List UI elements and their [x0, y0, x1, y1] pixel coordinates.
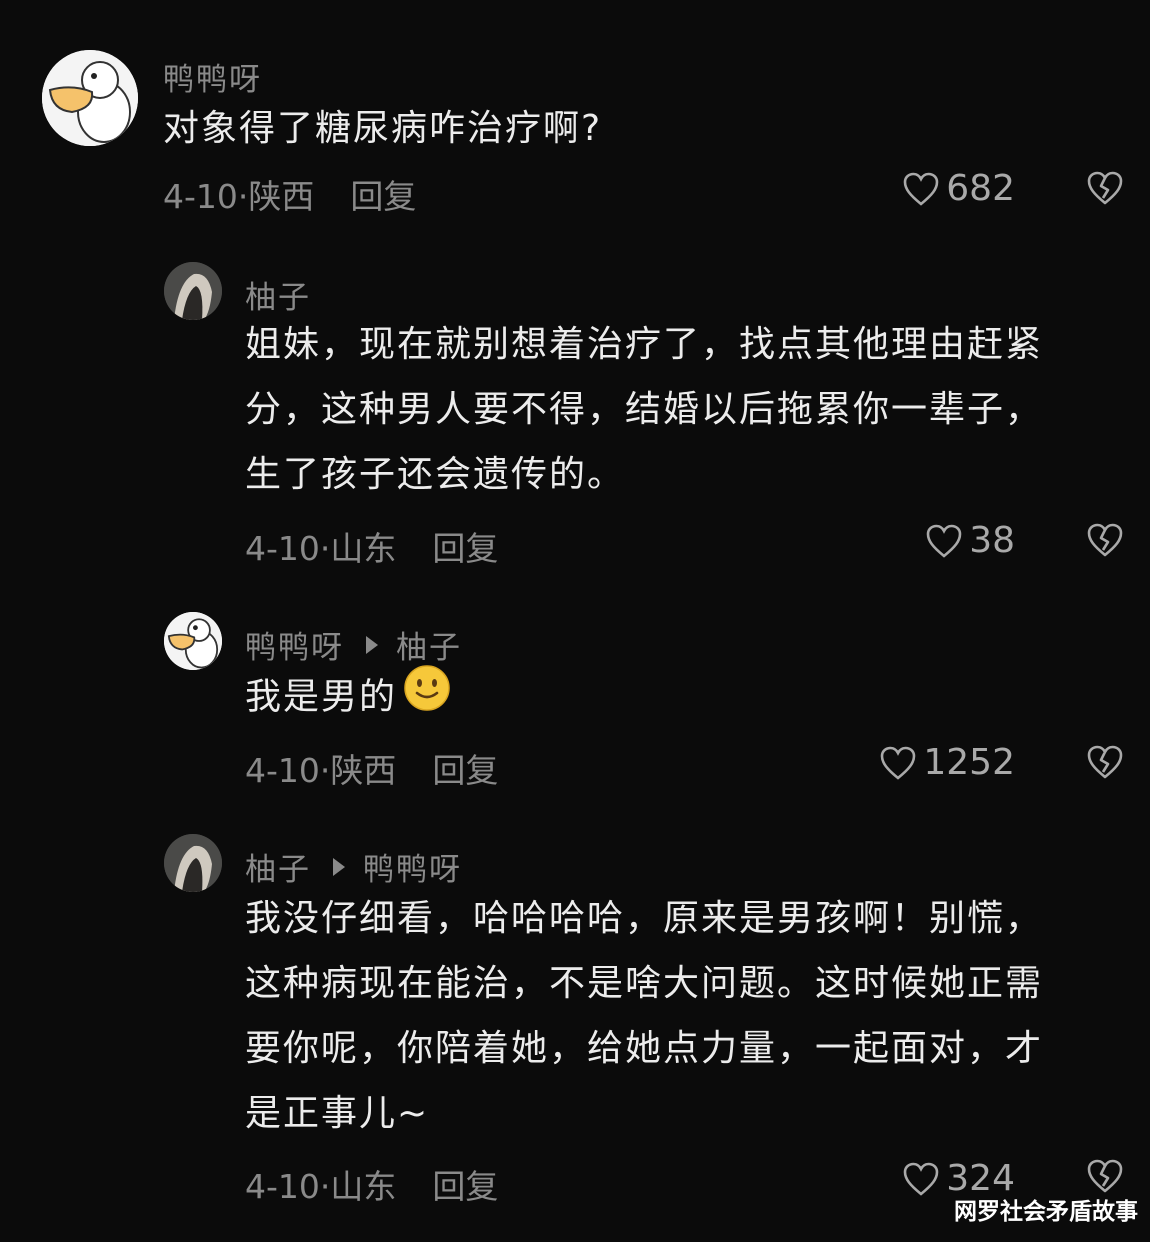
date-location: 4-10·陕西	[245, 751, 397, 790]
comment-meta: 4-10·陕西 回复	[245, 744, 498, 792]
author-name[interactable]: 柚子	[245, 844, 311, 889]
photo-avatar-icon	[164, 262, 222, 320]
heart-outline-icon	[903, 172, 939, 206]
date-location: 4-10·陕西	[163, 177, 315, 216]
dislike-button[interactable]	[1086, 744, 1124, 784]
heart-outline-icon	[903, 1162, 939, 1196]
like-button[interactable]: 1252	[860, 742, 1015, 783]
broken-heart-icon	[1087, 1159, 1123, 1193]
author-line: 鸭鸭呀 柚子	[245, 622, 462, 667]
comment-text: 对象得了糖尿病咋治疗啊?	[163, 108, 603, 149]
reply-button[interactable]: 回复	[432, 751, 498, 790]
play-arrow-icon	[333, 857, 345, 876]
like-count: 38	[969, 520, 1015, 561]
date-location: 4-10·山东	[245, 529, 397, 568]
like-count: 1252	[923, 742, 1015, 783]
comment-text-line: 我是男的	[245, 664, 1075, 733]
broken-heart-icon	[1087, 745, 1123, 779]
avatar[interactable]	[42, 50, 138, 146]
broken-heart-icon	[1087, 523, 1123, 557]
reply-button[interactable]: 回复	[350, 177, 416, 216]
play-arrow-icon	[366, 635, 378, 654]
reply-button[interactable]: 回复	[432, 529, 498, 568]
date-location: 4-10·山东	[245, 1167, 397, 1206]
heart-outline-icon	[881, 746, 916, 780]
comment-meta: 4-10·山东 回复	[245, 1160, 498, 1208]
like-button[interactable]: 38	[880, 520, 1015, 561]
avatar[interactable]	[164, 262, 222, 320]
watermark: 网罗社会矛盾故事	[954, 1199, 1138, 1225]
photo-avatar-icon	[164, 834, 222, 892]
broken-heart-icon	[1087, 171, 1123, 205]
avatar[interactable]	[164, 612, 222, 670]
reply-button[interactable]: 回复	[432, 1167, 498, 1206]
author-name[interactable]: 柚子	[245, 272, 311, 317]
author-line: 鸭鸭呀	[163, 54, 262, 99]
like-button[interactable]: 682	[880, 168, 1015, 209]
author-name[interactable]: 鸭鸭呀	[163, 54, 262, 99]
dislike-button[interactable]	[1086, 522, 1124, 562]
comment-meta: 4-10·山东 回复	[245, 522, 498, 570]
duck-avatar-icon	[164, 612, 222, 670]
author-line: 柚子 鸭鸭呀	[245, 844, 462, 889]
dislike-button[interactable]	[1086, 170, 1124, 210]
like-count: 682	[946, 168, 1015, 209]
avatar[interactable]	[164, 834, 222, 892]
reply-to-name[interactable]: 鸭鸭呀	[363, 844, 462, 889]
duck-avatar-icon	[42, 50, 138, 146]
author-line: 柚子	[245, 272, 311, 317]
reply-to-name[interactable]: 柚子	[396, 622, 462, 667]
comment-text: 姐妹，现在就别想着治疗了，找点其他理由赶紧分，这种男人要不得，结婚以后拖累你一辈…	[245, 324, 1044, 495]
comment-text: 我没仔细看，哈哈哈哈，原来是男孩啊！别慌，这种病现在能治，不是啥大问题。这时候她…	[245, 898, 1044, 1134]
heart-outline-icon	[926, 524, 962, 558]
author-name[interactable]: 鸭鸭呀	[245, 622, 344, 667]
smiling-face-emoji	[403, 664, 451, 733]
comment-meta: 4-10·陕西 回复	[163, 170, 416, 218]
comment-text: 我是男的	[245, 676, 398, 718]
